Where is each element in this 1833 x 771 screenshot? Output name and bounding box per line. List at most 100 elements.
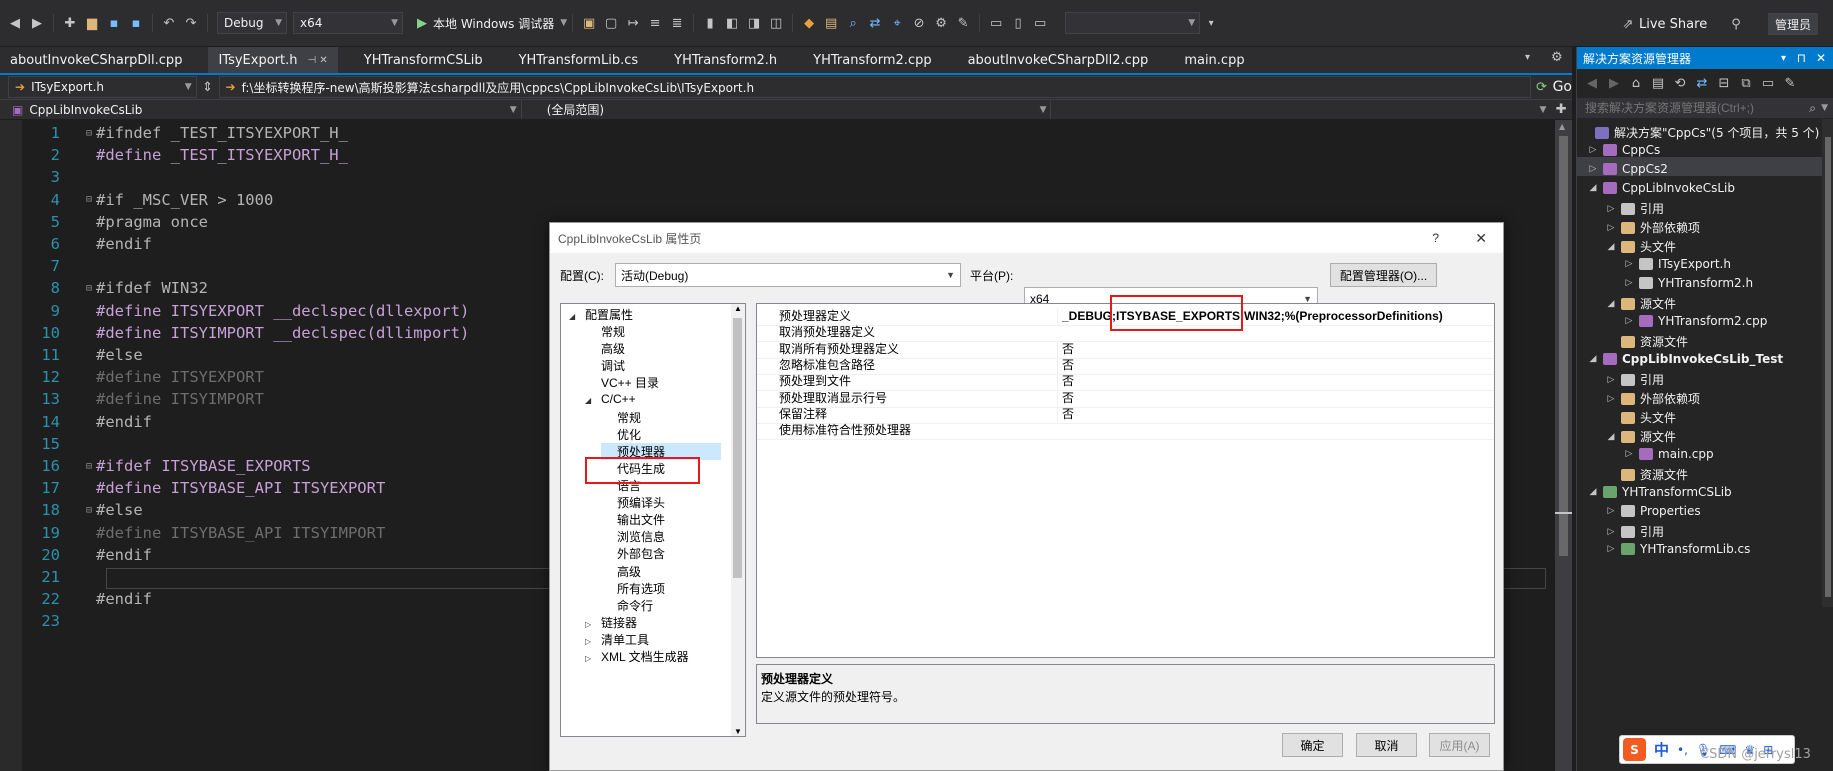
forward-icon[interactable]: ▶ xyxy=(28,14,46,32)
tree-node[interactable]: 常规 xyxy=(585,323,625,340)
add-icon[interactable]: ✚ xyxy=(1552,101,1570,119)
code-line[interactable]: 14 #endif xyxy=(30,411,152,433)
config-dropdown[interactable]: Debug ▼ xyxy=(217,12,287,34)
collapse-icon[interactable]: ⊟ xyxy=(1715,74,1733,92)
expand-icon[interactable]: ▷ xyxy=(1623,278,1635,288)
expand-icon[interactable]: ▷ xyxy=(1587,145,1599,155)
apply-button[interactable]: 应用(A) xyxy=(1429,733,1490,757)
code-line[interactable]: 1 ⊟ #ifndef _TEST_ITSYEXPORT_H_ xyxy=(30,122,348,144)
class-view-icon[interactable]: ◆ xyxy=(800,14,818,32)
toolbox-icon[interactable]: ▣ xyxy=(580,14,598,32)
comment-icon[interactable]: ≡ xyxy=(646,14,664,32)
solution-node[interactable]: ▷ YHTransformLib.cs xyxy=(1605,542,1751,556)
step-icon[interactable]: ↦ xyxy=(624,14,642,32)
solution-node[interactable]: ◢ 源文件 xyxy=(1605,295,1676,312)
expand-icon[interactable]: ◢ xyxy=(1605,432,1617,442)
tree-node[interactable]: ◢ C/C++ xyxy=(585,392,636,406)
solution-node[interactable]: ▷ main.cpp xyxy=(1623,447,1714,461)
tree-node[interactable]: 预编译头 xyxy=(601,494,665,511)
solution-node[interactable]: ▷ ITsyExport.h xyxy=(1623,257,1731,271)
search-combo[interactable]: ▼ xyxy=(1065,12,1201,34)
expand-icon[interactable]: ◢ xyxy=(1587,354,1599,364)
tree-node[interactable]: ▷ XML 文档生成器 xyxy=(585,648,689,665)
tab-item[interactable]: YHTransform2.cpp xyxy=(803,47,941,73)
back-icon[interactable]: ◀ xyxy=(1583,74,1601,92)
close-icon[interactable]: ✕ xyxy=(1816,51,1826,65)
code-line[interactable]: 16 ⊟ #ifdef ITSYBASE_EXPORTS xyxy=(30,455,310,477)
tab-item[interactable]: aboutInvokeCSharpDll.cpp xyxy=(0,47,192,73)
overflow-icon[interactable]: ▾ xyxy=(1202,14,1220,32)
folder-view-icon[interactable]: ▤ xyxy=(822,14,840,32)
tree-node[interactable]: 优化 xyxy=(601,426,641,443)
tree-node[interactable]: 命令行 xyxy=(601,597,653,614)
split-icon[interactable]: ⇕ xyxy=(199,78,217,96)
tree-node[interactable]: 外部包含 xyxy=(601,545,665,562)
pin-icon[interactable]: ⊓ xyxy=(1797,51,1806,65)
expand-icon[interactable]: ▷ xyxy=(1605,394,1617,404)
solution-node[interactable]: ▷ YHTransform2.cpp xyxy=(1623,314,1768,328)
tree-node[interactable]: 输出文件 xyxy=(601,511,665,528)
expand-icon[interactable]: ▷ xyxy=(1623,316,1635,326)
code-line[interactable]: 12 #define ITSYEXPORT xyxy=(30,366,264,388)
solution-node[interactable]: 头文件 xyxy=(1605,409,1676,426)
config-select[interactable]: 活动(Debug) ▼ xyxy=(615,263,961,287)
tree-node[interactable]: ▷ 清单工具 xyxy=(585,631,649,648)
clear-bookmark-icon[interactable]: ◫ xyxy=(767,14,785,32)
code-line[interactable]: 10 #define ITSYIMPORT __declspec(dllimpor… xyxy=(30,322,469,344)
property-row[interactable]: 使用标准符合性预处理器 xyxy=(757,420,1494,441)
tab-item[interactable]: aboutInvokeCSharpDll2.cpp xyxy=(958,47,1159,73)
expand-icon[interactable]: ◢ xyxy=(1605,299,1617,309)
solution-node[interactable]: ▷ YHTransform2.h xyxy=(1623,276,1754,290)
tree-node[interactable]: 调试 xyxy=(585,357,625,374)
fold-icon[interactable]: ⊟ xyxy=(82,194,96,205)
expand-icon[interactable]: ▷ xyxy=(1605,223,1617,233)
platform-dropdown[interactable]: x64 ▼ xyxy=(293,12,403,34)
code-line[interactable]: 5 #pragma once xyxy=(30,211,208,233)
code-line[interactable]: 21 xyxy=(30,566,96,588)
history-icon[interactable]: ⟲ xyxy=(1671,74,1689,92)
solution-node[interactable]: 解决方案"CppCs"(5 个项目，共 5 个) xyxy=(1579,124,1819,141)
link-icon[interactable]: ⊘ xyxy=(910,14,928,32)
map-icon[interactable]: ⌖ xyxy=(888,14,906,32)
run-debugger-button[interactable]: ▶ 本地 Windows 调试器 ▼ xyxy=(411,12,567,34)
member-scope-combo[interactable]: ▼ xyxy=(1050,100,1550,119)
pin-icon[interactable]: ▾ xyxy=(1781,53,1786,64)
code-line[interactable]: 7 xyxy=(30,255,96,277)
solution-node[interactable]: ▷ 引用 xyxy=(1605,523,1664,540)
solution-node[interactable]: ▷ CppCs xyxy=(1587,143,1661,157)
code-line[interactable]: 18 ⊟ #else xyxy=(30,499,142,521)
doc2-icon[interactable]: ▯ xyxy=(1009,14,1027,32)
expand-icon[interactable]: ◢ xyxy=(585,396,597,405)
home-icon[interactable]: ⌂ xyxy=(1627,74,1645,92)
code-line[interactable]: 2 #define _TEST_ITSYEXPORT_H_ xyxy=(30,144,348,166)
save-all-icon[interactable]: ▪ xyxy=(127,14,145,32)
solution-node[interactable]: ▷ CppCs2 xyxy=(1587,162,1668,176)
file-combo[interactable]: ➔ ITsyExport.h ▼ xyxy=(8,76,197,98)
tree-node[interactable]: 常规 xyxy=(601,409,641,426)
save-icon[interactable]: ▪ xyxy=(105,14,123,32)
expand-icon[interactable]: ◢ xyxy=(569,312,581,321)
go-icon[interactable]: ⟳ xyxy=(1533,78,1551,96)
forward-icon[interactable]: ▶ xyxy=(1605,74,1623,92)
nav-icon[interactable]: ⇄ xyxy=(866,14,884,32)
sync-icon[interactable]: ⇄ xyxy=(1693,74,1711,92)
code-line[interactable]: 11 #else xyxy=(30,344,142,366)
tab-item[interactable]: YHTransformCSLib xyxy=(354,47,493,73)
path-combo[interactable]: ➔ f:\坐标转换程序-new\高斯投影算法csharpdll及应用\cppcs\… xyxy=(218,76,1531,98)
next-bookmark-icon[interactable]: ◨ xyxy=(745,14,763,32)
solution-node[interactable]: 资源文件 xyxy=(1605,333,1688,350)
code-line[interactable]: 20 #endif xyxy=(30,544,152,566)
global-scope-combo[interactable]: (全局范围) ▼ xyxy=(520,100,1051,119)
solution-node[interactable]: ◢ YHTransformCSLib xyxy=(1587,485,1732,499)
fold-icon[interactable]: ⊟ xyxy=(82,461,96,472)
expand-icon[interactable]: ▷ xyxy=(1605,527,1617,537)
solution-node[interactable]: ▷ 引用 xyxy=(1605,200,1664,217)
tab-item[interactable]: ITsyExport.h ⊣ ✕ xyxy=(208,47,338,73)
settings-icon[interactable]: ⚙ xyxy=(1551,50,1563,65)
redo-icon[interactable]: ↷ xyxy=(182,14,200,32)
expand-icon[interactable]: ◢ xyxy=(1587,183,1599,193)
config-manager-button[interactable]: 配置管理器(O)... xyxy=(1330,263,1437,287)
help-icon[interactable]: ? xyxy=(1432,231,1439,245)
code-line[interactable]: 17 #define ITSYBASE_API ITSYEXPORT xyxy=(30,477,385,499)
expand-icon[interactable]: ▷ xyxy=(1605,544,1617,554)
